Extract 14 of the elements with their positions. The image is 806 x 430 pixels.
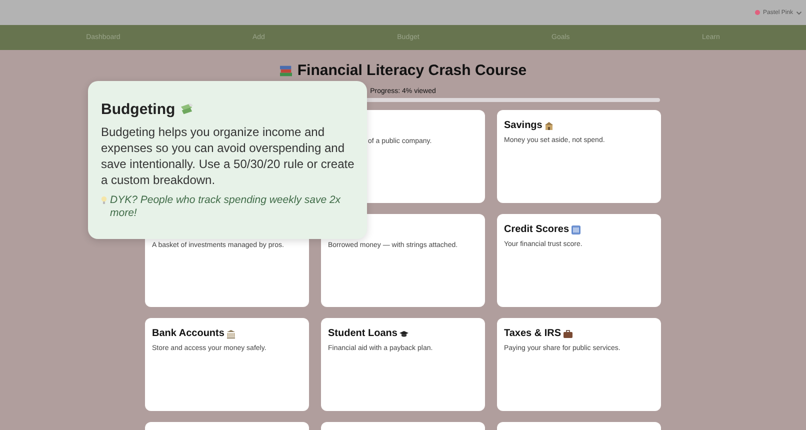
graduation-cap-icon xyxy=(399,328,410,338)
books-icon xyxy=(279,64,294,76)
card-title: Student Loans xyxy=(328,328,398,339)
card-title: Bank Accounts xyxy=(152,328,224,339)
popup-title: Budgeting xyxy=(101,101,176,118)
card-title: Savings xyxy=(504,120,542,131)
page-title: Financial Literacy Crash Course xyxy=(297,62,527,79)
building-icon xyxy=(226,328,236,338)
keypad-icon xyxy=(571,224,582,234)
card-title: Taxes & IRS xyxy=(504,328,562,339)
briefcase-icon xyxy=(563,328,574,338)
caret-icon xyxy=(796,10,802,14)
lightbulb-icon xyxy=(101,196,107,205)
card-title: Credit Scores xyxy=(504,224,570,235)
